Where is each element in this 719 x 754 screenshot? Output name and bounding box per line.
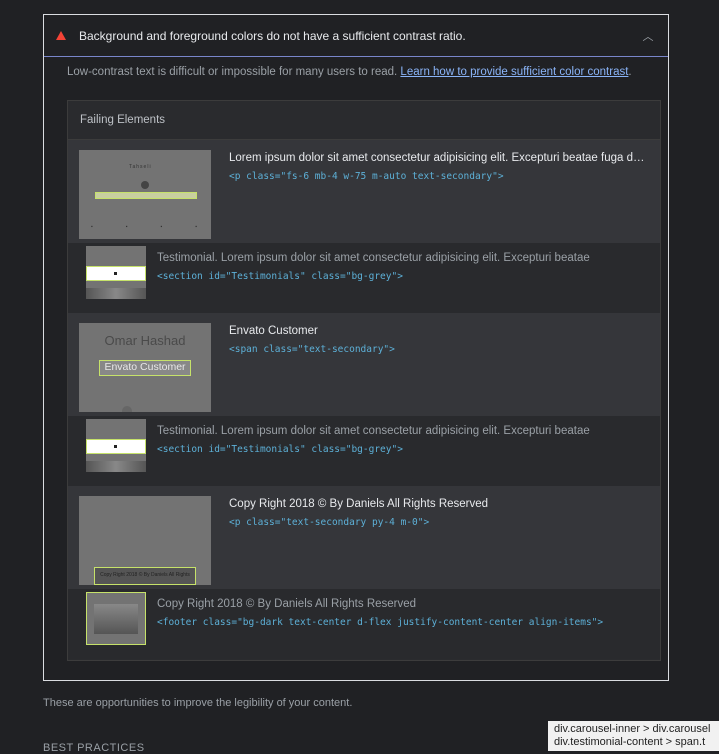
element-screenshot[interactable] (86, 419, 146, 472)
table-row[interactable]: Omar Hashad Envato Customer Envato Custo… (68, 313, 660, 416)
group-description: These are opportunities to improve the l… (43, 697, 353, 709)
thumb-dot (114, 272, 117, 275)
node-label: Lorem ipsum dolor sit amet consectetur a… (229, 152, 646, 164)
thumb-name: Omar Hashad (104, 333, 186, 348)
node-label: Copy Right 2018 © By Daniels All Rights … (157, 598, 417, 610)
tooltip-line: div.carousel-inner > div.carousel (554, 723, 711, 735)
thumb-strip (86, 288, 146, 299)
element-screenshot[interactable]: Omar Hashad Envato Customer (79, 323, 211, 412)
highlight-box: Copy Right 2018 © By Daniels All Rights … (94, 567, 196, 585)
highlight-box (95, 192, 197, 199)
table-row[interactable]: Testimonial. Lorem ipsum dolor sit amet … (68, 416, 660, 486)
node-snippet[interactable]: <span class="text-secondary"> (229, 344, 646, 355)
node-label: Envato Customer (229, 325, 318, 337)
highlight-box: Envato Customer (99, 360, 191, 376)
thumb-icons: ▪ ▪ ▪ ▪ (91, 224, 197, 230)
element-screenshot[interactable]: Copy Right 2018 © By Daniels All Rights … (79, 496, 211, 585)
thumb-dot (114, 445, 117, 448)
table-header: Failing Elements (68, 101, 660, 140)
thumb-dot (122, 406, 132, 412)
thumb-strip (86, 461, 146, 472)
highlight-box (86, 592, 146, 645)
failing-elements-table: Failing Elements Tahseli ▪ ▪ ▪ ▪ Lorem ipsu… (67, 100, 661, 661)
node-label: Copy Right 2018 © By Daniels All Rights … (229, 498, 489, 510)
element-screenshot[interactable]: Tahseli ▪ ▪ ▪ ▪ (79, 150, 211, 239)
element-screenshot[interactable] (86, 246, 146, 299)
node-label: Testimonial. Lorem ipsum dolor sit amet … (157, 252, 590, 264)
node-label: Testimonial. Lorem ipsum dolor sit amet … (157, 425, 590, 437)
table-row[interactable]: Copy Right 2018 © By Daniels All Rights … (68, 589, 660, 659)
table-row[interactable]: Testimonial. Lorem ipsum dolor sit amet … (68, 243, 660, 313)
node-snippet[interactable]: <p class="text-secondary py-4 m-0"> (229, 517, 646, 528)
audit-header[interactable]: Background and foreground colors do not … (44, 15, 668, 57)
node-snippet[interactable]: <section id="Testimonials" class="bg-gre… (157, 271, 646, 282)
node-snippet[interactable]: <footer class="bg-dark text-center d-fle… (157, 617, 646, 628)
audit-title: Background and foreground colors do not … (79, 28, 466, 43)
learn-more-link[interactable]: Learn how to provide sufficient color co… (400, 66, 628, 78)
description-text: Low-contrast text is difficult or imposs… (67, 66, 401, 78)
element-screenshot[interactable] (86, 592, 146, 645)
description-suffix: . (628, 66, 632, 78)
best-practices-heading: BEST PRACTICES (43, 742, 145, 754)
table-row[interactable]: Tahseli ▪ ▪ ▪ ▪ Lorem ipsum dolor sit amet … (68, 140, 660, 243)
node-snippet[interactable]: <p class="fs-6 mb-4 w-75 m-auto text-sec… (229, 171, 646, 182)
table-row[interactable]: Copy Right 2018 © By Daniels All Rights … (68, 486, 660, 589)
node-snippet[interactable]: <section id="Testimonials" class="bg-gre… (157, 444, 646, 455)
tooltip-line: div.testimonial-content > span.t (554, 736, 706, 748)
chevron-up-icon[interactable]: ︿ (642, 28, 654, 44)
contrast-audit: Background and foreground colors do not … (43, 14, 669, 681)
thumb-title: Tahseli (129, 164, 152, 170)
audit-description: Low-contrast text is difficult or imposs… (44, 57, 668, 84)
thumb-avatar (141, 181, 149, 189)
fail-triangle-icon (56, 31, 66, 40)
